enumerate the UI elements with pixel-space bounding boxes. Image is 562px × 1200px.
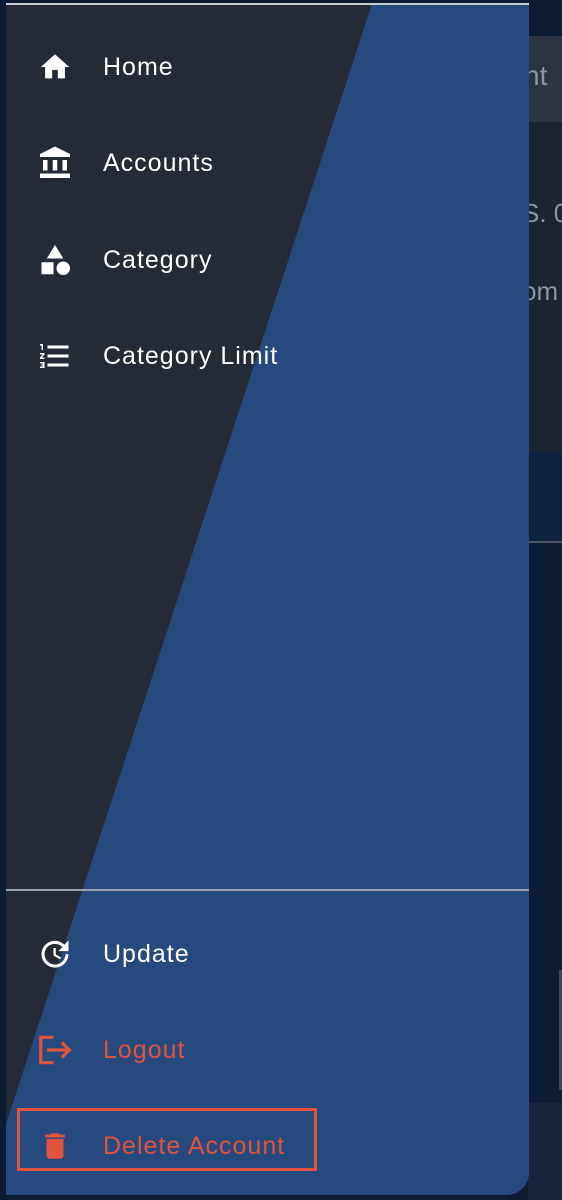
menu-item-label: Logout (103, 1035, 186, 1064)
menu-item-label: Category (103, 245, 213, 274)
menu-item-category[interactable]: Category (6, 215, 529, 305)
background-app-bar-text: nt (528, 60, 548, 91)
background-card-text-1: S. 0 (528, 198, 562, 228)
menu-item-home[interactable]: Home (6, 22, 529, 112)
menu-item-label: Category Limit (103, 341, 279, 370)
drawer-top-border (6, 3, 529, 5)
menu-item-category-limit[interactable]: Category Limit (6, 311, 529, 401)
menu-item-accounts[interactable]: Accounts (6, 118, 529, 208)
background-strip (528, 452, 562, 542)
menu-item-label: Accounts (103, 148, 214, 177)
trash-icon (36, 1127, 74, 1165)
navigation-drawer: Home Accounts Category Category Limit Up… (6, 4, 529, 1195)
menu-item-logout[interactable]: Logout (6, 1005, 529, 1095)
background-bottom-bar (528, 1103, 562, 1200)
menu-item-label: Delete Account (103, 1131, 286, 1160)
background-app-bar: nt (528, 36, 562, 122)
menu-item-delete-account[interactable]: Delete Account (6, 1101, 529, 1191)
numbered-list-icon (36, 337, 74, 375)
menu-item-label: Home (103, 52, 174, 81)
logout-icon (36, 1031, 74, 1069)
home-icon (36, 48, 74, 86)
shapes-icon (36, 241, 74, 279)
menu-item-update[interactable]: Update (6, 909, 529, 999)
bank-icon (36, 144, 74, 182)
background-lower-panel (528, 543, 562, 1103)
screen: nt S. 0 om Home Accounts Category Catego… (0, 0, 562, 1200)
menu-item-label: Update (103, 939, 190, 968)
drawer-divider (6, 889, 529, 891)
background-card-text-2: om (528, 276, 559, 306)
update-icon (36, 935, 74, 973)
background-card: S. 0 om (528, 122, 562, 452)
